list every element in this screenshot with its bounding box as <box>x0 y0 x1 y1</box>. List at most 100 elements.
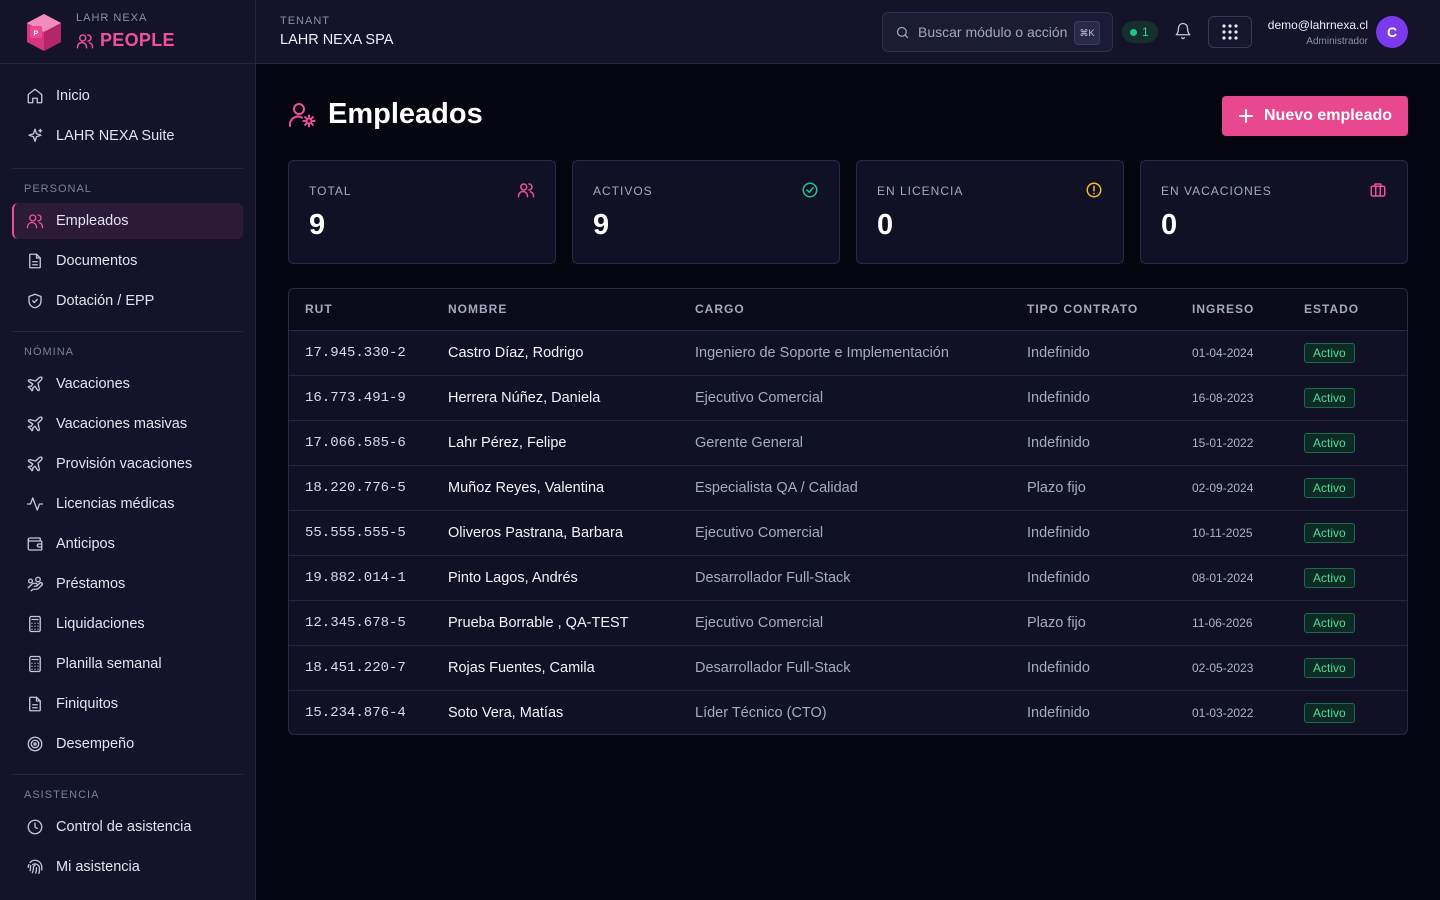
sidebar-item-vacaciones[interactable]: Vacaciones <box>12 366 243 402</box>
document-icon <box>29 696 41 712</box>
stat-card-licencia: EN LICENCIA 0 <box>856 160 1124 264</box>
sidebar-item-desempeno[interactable]: Desempeño <box>12 726 243 762</box>
cell-cargo: Gerente General <box>695 434 804 451</box>
sidebar-item-finiquitos[interactable]: Finiquitos <box>12 686 243 722</box>
sidebar-item-label: Dotación / EPP <box>56 293 155 309</box>
cell-tipo-contrato: Indefinido <box>1027 344 1090 361</box>
cell-estado: Activo <box>1304 555 1407 600</box>
cell-cargo: Desarrollador Full-Stack <box>695 569 851 586</box>
cell-tipo-contrato: Indefinido <box>1027 524 1090 541</box>
status-badge[interactable]: 1 <box>1122 21 1158 43</box>
cell-nombre: Rojas Fuentes, Camila <box>448 659 595 676</box>
cell-nombre: Soto Vera, Matías <box>448 704 564 721</box>
employees-table: RUT NOMBRE CARGO TIPO CONTRATO INGRESO E… <box>288 288 1408 735</box>
table-row[interactable]: 18.220.776-5 Muñoz Reyes, Valentina Espe… <box>289 465 1407 510</box>
sidebar-item-label: Documentos <box>56 253 138 269</box>
table-row[interactable]: 55.555.555-5 Oliveros Pastrana, Barbara … <box>289 510 1407 555</box>
avatar[interactable]: C <box>1376 16 1408 48</box>
sidebar-item-inicio[interactable]: Inicio <box>12 78 243 114</box>
brand[interactable]: P LAHR NEXA PEOPLE <box>0 0 255 64</box>
new-employee-button[interactable]: Nuevo empleado <box>1222 96 1408 136</box>
cell-nombre: Pinto Lagos, Andrés <box>448 569 578 586</box>
nav-section-personal: PERSONAL Empleados Documentos Dotación /… <box>12 169 243 332</box>
user-menu[interactable]: demo@lahrnexa.cl Administrador C <box>1268 16 1408 48</box>
users-icon <box>517 183 535 198</box>
column-header[interactable]: CARGO <box>695 289 1027 331</box>
sidebar-item-anticipos[interactable]: Anticipos <box>12 526 243 562</box>
column-header[interactable]: INGRESO <box>1192 289 1304 331</box>
cell-nombre: Lahr Pérez, Felipe <box>448 434 567 451</box>
cell-nombre: Muñoz Reyes, Valentina <box>448 479 605 496</box>
home-icon <box>27 88 43 104</box>
document-icon <box>29 253 41 269</box>
cell-cargo: Líder Técnico (CTO) <box>695 704 827 721</box>
sidebar-item-dotacion[interactable]: Dotación / EPP <box>12 283 243 319</box>
sidebar-item-vacaciones-masivas[interactable]: Vacaciones masivas <box>12 406 243 442</box>
search-input[interactable]: Buscar módulo o acción ⌘K <box>882 12 1113 52</box>
sidebar-item-prestamos[interactable]: Préstamos <box>12 566 243 602</box>
cell-estado: Activo <box>1304 330 1407 375</box>
svg-text:P: P <box>34 30 39 37</box>
shortcut-hint: ⌘K <box>1074 21 1100 45</box>
cell-estado: Activo <box>1304 645 1407 690</box>
status-badge: Activo <box>1304 612 1355 633</box>
sidebar-item-planilla-semanal[interactable]: Planilla semanal <box>12 646 243 682</box>
cell-rut: 17.945.330-2 <box>305 344 406 361</box>
cell-cargo: Ejecutivo Comercial <box>695 389 824 406</box>
sidebar-item-suite[interactable]: LAHR NEXA Suite <box>12 118 243 154</box>
search-icon <box>896 26 909 38</box>
activity-icon <box>26 497 44 511</box>
sidebar: P LAHR NEXA PEOPLE Inicio LAHR NEXA Suit… <box>0 0 256 900</box>
stat-label: TOTAL <box>309 184 352 198</box>
apps-grid-button[interactable] <box>1208 16 1252 48</box>
new-employee-label: Nuevo empleado <box>1263 107 1393 124</box>
sidebar-item-mi-asistencia[interactable]: Mi asistencia <box>12 849 243 885</box>
table-row[interactable]: 19.882.014-1 Pinto Lagos, Andrés Desarro… <box>289 555 1407 600</box>
plus-icon <box>1238 109 1253 123</box>
calculator-icon <box>29 655 41 673</box>
clock-icon <box>27 819 43 835</box>
sidebar-item-licencias-medicas[interactable]: Licencias médicas <box>12 486 243 522</box>
status-badge: Activo <box>1304 432 1355 453</box>
sidebar-item-label: Licencias médicas <box>56 496 175 512</box>
cell-rut: 55.555.555-5 <box>305 524 406 541</box>
cell-cargo: Especialista QA / Calidad <box>695 479 858 496</box>
status-badge: Activo <box>1304 657 1355 678</box>
cell-ingreso: 02-05-2023 <box>1192 660 1254 675</box>
sidebar-item-control-asistencia[interactable]: Control de asistencia <box>12 809 243 845</box>
cell-tipo-contrato: Indefinido <box>1027 704 1090 721</box>
sidebar-item-empleados[interactable]: Empleados <box>12 203 243 239</box>
plane-icon <box>27 376 43 392</box>
column-header[interactable]: TIPO CONTRATO <box>1027 289 1192 331</box>
table-row[interactable]: 17.066.585-6 Lahr Pérez, Felipe Gerente … <box>289 420 1407 465</box>
column-header[interactable]: ESTADO <box>1304 289 1407 331</box>
table-row[interactable]: 18.451.220-7 Rojas Fuentes, Camila Desar… <box>289 645 1407 690</box>
cell-rut: 18.220.776-5 <box>305 479 406 496</box>
column-header[interactable]: RUT <box>289 289 448 331</box>
table-row[interactable]: 12.345.678-5 Prueba Borrable , QA-TEST E… <box>289 600 1407 645</box>
cell-tipo-contrato: Plazo fijo <box>1027 614 1086 631</box>
cell-cargo: Ejecutivo Comercial <box>695 614 824 631</box>
nav-top: Inicio LAHR NEXA Suite <box>12 64 243 169</box>
status-badge: Activo <box>1304 342 1355 363</box>
status-badge: Activo <box>1304 387 1355 408</box>
section-label: ASISTENCIA <box>24 789 100 801</box>
sidebar-item-provision-vacaciones[interactable]: Provisión vacaciones <box>12 446 243 482</box>
cell-ingreso: 01-03-2022 <box>1192 705 1254 720</box>
calculator-icon <box>29 615 41 633</box>
column-header[interactable]: NOMBRE <box>448 289 695 331</box>
status-badge: Activo <box>1304 567 1355 588</box>
tenant-name: LAHR NEXA SPA <box>280 32 394 48</box>
sidebar-item-liquidaciones[interactable]: Liquidaciones <box>12 606 243 642</box>
table-row[interactable]: 15.234.876-4 Soto Vera, Matías Líder Téc… <box>289 690 1407 734</box>
sidebar-item-documentos[interactable]: Documentos <box>12 243 243 279</box>
cell-nombre: Castro Díaz, Rodrigo <box>448 344 584 361</box>
table-row[interactable]: 16.773.491-9 Herrera Núñez, Daniela Ejec… <box>289 375 1407 420</box>
target-icon <box>27 736 43 752</box>
stat-value: 9 <box>309 209 326 241</box>
cell-ingreso: 15-01-2022 <box>1192 435 1254 450</box>
bell-icon[interactable] <box>1174 22 1192 40</box>
table-row[interactable]: 17.945.330-2 Castro Díaz, Rodrigo Ingeni… <box>289 330 1407 375</box>
cell-rut: 17.066.585-6 <box>305 434 406 451</box>
page-title: Empleados <box>328 98 483 130</box>
